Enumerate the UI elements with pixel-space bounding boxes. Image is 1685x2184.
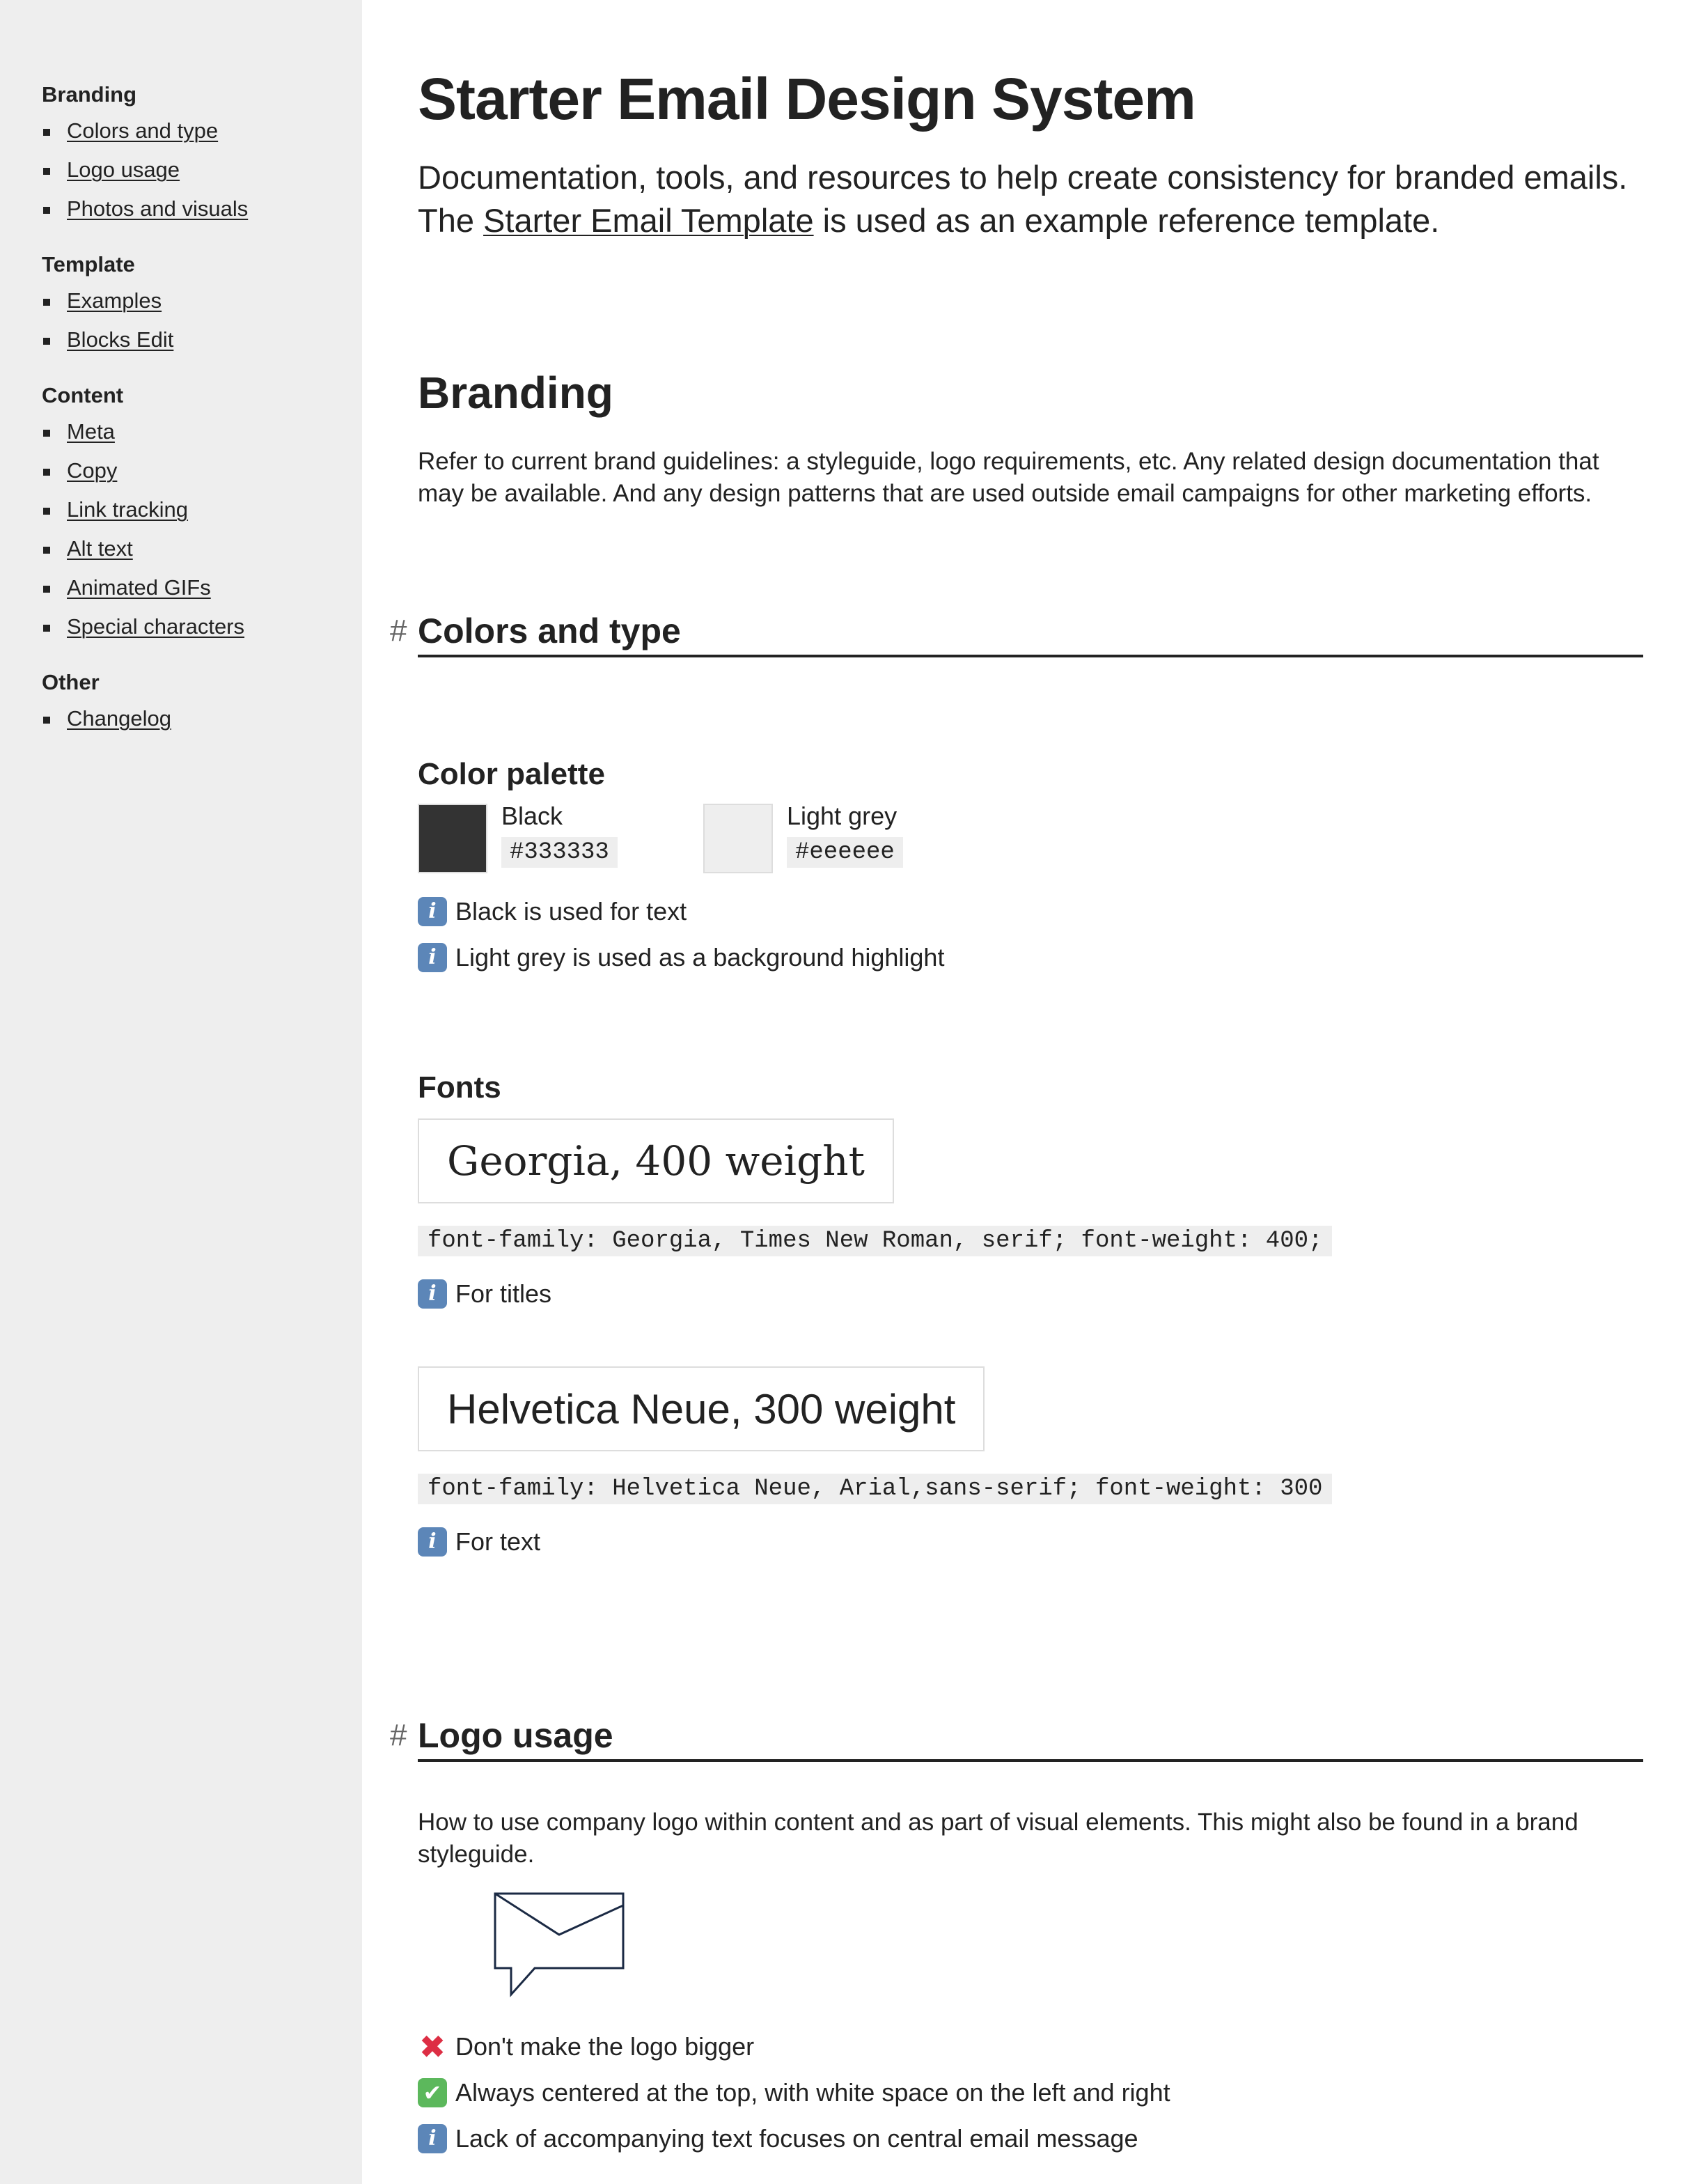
logo-rule: ✖ Don't make the logo bigger <box>418 2030 754 2064</box>
black-swatch-code: #333333 <box>501 837 618 868</box>
nav-link-photos-and-visuals[interactable]: Photos and visuals <box>67 196 248 221</box>
font-note-text: For text <box>455 1527 541 1556</box>
colors-and-type-section-header: # Colors and type <box>390 604 1643 657</box>
light-grey-swatch-name: Light grey <box>787 802 898 830</box>
nav-link-copy[interactable]: Copy <box>67 458 117 483</box>
logo-rule: ✔ Always centered at the top, with white… <box>418 2076 1170 2109</box>
nav-link-colors-and-type[interactable]: Colors and type <box>67 118 218 143</box>
nav-item-logo-usage: Logo usage <box>42 156 320 184</box>
font-note-text: For titles <box>455 1279 552 1308</box>
nav-list: Colors and type Logo usage Photos and vi… <box>42 117 320 223</box>
nav-item-photos-and-visuals: Photos and visuals <box>42 195 320 223</box>
info-icon: i <box>418 1527 447 1557</box>
nav-group-title: Template <box>42 252 135 276</box>
nav-link-meta[interactable]: Meta <box>67 419 115 444</box>
nav-item-colors-and-type: Colors and type <box>42 117 320 145</box>
info-icon: i <box>418 2124 447 2153</box>
palette-note: i Light grey is used as a background hig… <box>418 941 944 974</box>
logo-rule: i Lack of accompanying text focuses on c… <box>418 2122 1138 2155</box>
nav-link-examples[interactable]: Examples <box>67 288 162 313</box>
nav-group-title: Branding <box>42 82 137 107</box>
nav-link-logo-usage[interactable]: Logo usage <box>67 157 180 182</box>
nav-item-animated-gifs: Animated GIFs <box>42 574 320 602</box>
nav-item-special-characters: Special characters <box>42 613 320 641</box>
nav-item-examples: Examples <box>42 287 320 315</box>
sidebar: Branding Colors and type Logo usage Phot… <box>0 0 362 2184</box>
intro-line-1: Documentation, tools, and resources to h… <box>418 159 1628 196</box>
check-mark-icon: ✔ <box>418 2078 447 2107</box>
nav-group-template: Template Examples Blocks Edit <box>42 251 320 354</box>
colors-and-type-heading: Colors and type <box>418 611 681 650</box>
branding-heading: Branding <box>418 368 613 418</box>
logo-usage-heading: Logo usage <box>418 1716 613 1755</box>
georgia-font-sample: Georgia, 400 weight <box>418 1118 894 1203</box>
nav-item-link-tracking: Link tracking <box>42 496 320 524</box>
logo-usage-text: How to use company logo within content a… <box>418 1809 1578 1868</box>
palette-note-text: Light grey is used as a background highl… <box>455 943 945 972</box>
info-icon: i <box>418 1279 447 1309</box>
nav-list: Meta Copy Link tracking Alt text Animate… <box>42 418 320 641</box>
georgia-css-code: font-family: Georgia, Times New Roman, s… <box>418 1226 1333 1256</box>
nav-list: Examples Blocks Edit <box>42 287 320 354</box>
nav-group-other: Other Changelog <box>42 669 320 733</box>
logo-rule-text: Always centered at the top, with white s… <box>455 2078 1170 2107</box>
color-palette-heading: Color palette <box>418 757 605 791</box>
logo-rule-text: Lack of accompanying text focuses on cen… <box>455 2124 1138 2153</box>
branding-text: Refer to current brand guidelines: a sty… <box>418 448 1599 507</box>
intro-text: Documentation, tools, and resources to h… <box>418 156 1643 242</box>
logo-rule-text: Don't make the logo bigger <box>455 2032 755 2061</box>
nav-item-alt-text: Alt text <box>42 535 320 563</box>
info-icon: i <box>418 943 447 972</box>
font-note: i For titles <box>418 1277 551 1311</box>
nav-link-link-tracking[interactable]: Link tracking <box>67 497 188 522</box>
light-grey-swatch <box>703 804 773 873</box>
helvetica-font-sample: Helvetica Neue, 300 weight <box>418 1366 985 1451</box>
nav-link-alt-text[interactable]: Alt text <box>67 536 133 561</box>
helvetica-css-code: font-family: Helvetica Neue, Arial,sans-… <box>418 1474 1333 1504</box>
black-swatch <box>418 804 487 873</box>
info-icon: i <box>418 897 447 926</box>
nav-group-title: Content <box>42 383 124 407</box>
nav-group-content: Content Meta Copy Link tracking Alt text… <box>42 382 320 641</box>
nav-item-copy: Copy <box>42 457 320 485</box>
palette-note-text: Black is used for text <box>455 897 687 926</box>
palette-note: i Black is used for text <box>418 895 687 928</box>
nav-link-animated-gifs[interactable]: Animated GIFs <box>67 575 211 600</box>
black-swatch-name: Black <box>501 802 563 830</box>
envelope-speech-bubble-icon <box>494 1892 625 1997</box>
nav-item-blocks-edit: Blocks Edit <box>42 326 320 354</box>
nav-item-meta: Meta <box>42 418 320 446</box>
fonts-heading: Fonts <box>418 1070 501 1105</box>
light-grey-swatch-code: #eeeeee <box>787 837 903 868</box>
page-title: Starter Email Design System <box>418 66 1196 132</box>
nav-link-changelog[interactable]: Changelog <box>67 706 171 731</box>
intro-line-2-suffix: is used as an example reference template… <box>813 202 1440 239</box>
nav-link-blocks-edit[interactable]: Blocks Edit <box>67 327 173 352</box>
nav-group-branding: Branding Colors and type Logo usage Phot… <box>42 81 320 223</box>
intro-line-2-prefix: The <box>418 202 484 239</box>
starter-email-template-link[interactable]: Starter Email Template <box>483 202 814 239</box>
nav-group-title: Other <box>42 670 100 694</box>
nav-list: Changelog <box>42 705 320 733</box>
font-note: i For text <box>418 1525 540 1559</box>
logo-usage-section-header: # Logo usage <box>390 1709 1643 1762</box>
colors-and-type-anchor-link[interactable]: # <box>390 613 407 649</box>
cross-mark-icon: ✖ <box>418 2028 446 2066</box>
nav-link-special-characters[interactable]: Special characters <box>67 614 244 639</box>
logo-usage-anchor-link[interactable]: # <box>390 1717 407 1754</box>
nav-item-changelog: Changelog <box>42 705 320 733</box>
